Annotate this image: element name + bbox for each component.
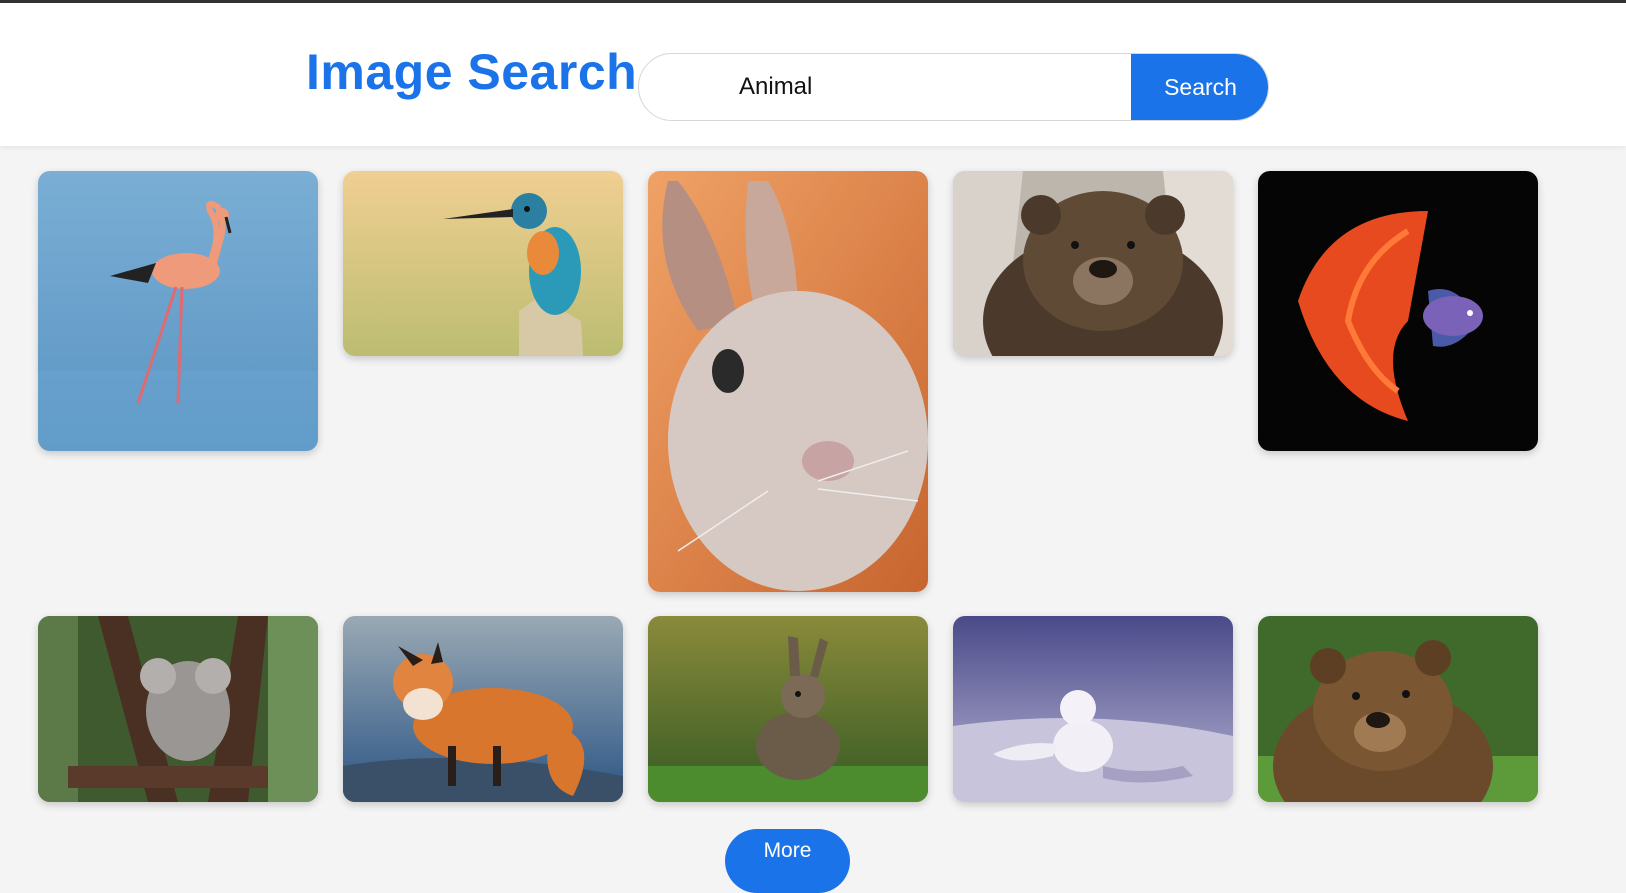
image-tile-wild-rabbit[interactable] bbox=[648, 616, 928, 802]
kingfisher-image bbox=[343, 171, 623, 356]
image-tile-kingfisher[interactable] bbox=[343, 171, 623, 356]
search-input[interactable] bbox=[639, 54, 1132, 120]
image-tile-brown-bear[interactable] bbox=[1258, 616, 1538, 802]
arctic-fox-image bbox=[953, 616, 1233, 802]
image-tile-arctic-fox[interactable] bbox=[953, 616, 1233, 802]
image-tile-betta-fish[interactable] bbox=[1258, 171, 1538, 451]
more-button[interactable]: More bbox=[725, 829, 850, 893]
search-bar: Search bbox=[638, 53, 1269, 121]
rabbit-image bbox=[648, 171, 928, 592]
image-tile-koala[interactable] bbox=[38, 616, 318, 802]
fox-image bbox=[343, 616, 623, 802]
header: Image Search Search bbox=[0, 3, 1626, 146]
image-tile-flamingo[interactable] bbox=[38, 171, 318, 451]
image-tile-rabbit[interactable] bbox=[648, 171, 928, 592]
bear-image bbox=[953, 171, 1233, 356]
wild-rabbit-image bbox=[648, 616, 928, 802]
brown-bear-image bbox=[1258, 616, 1538, 802]
page-title: Image Search bbox=[306, 44, 638, 100]
image-tile-fox[interactable] bbox=[343, 616, 623, 802]
betta-fish-image bbox=[1258, 171, 1538, 451]
koala-image bbox=[38, 616, 318, 802]
flamingo-image bbox=[38, 171, 318, 451]
image-tile-bear[interactable] bbox=[953, 171, 1233, 356]
search-button[interactable]: Search bbox=[1131, 54, 1268, 120]
